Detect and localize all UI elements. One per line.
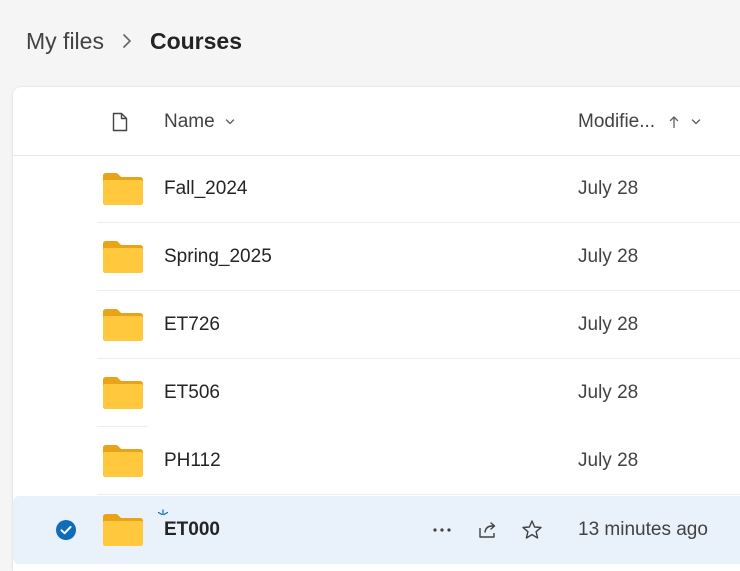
file-name[interactable]: ET000: [164, 517, 220, 543]
checkmark-circle-icon[interactable]: [55, 519, 77, 541]
row-divider: [97, 494, 740, 495]
share-icon[interactable]: [473, 516, 501, 544]
folder-icon: [102, 444, 144, 478]
breadcrumb-my-files[interactable]: My files: [26, 24, 104, 58]
column-header-row: Name Modifie...: [13, 87, 740, 156]
folder-icon: [102, 513, 144, 547]
file-name[interactable]: PH112: [164, 448, 221, 474]
file-row-ph112[interactable]: PH112 July 28: [13, 427, 740, 495]
file-row-et506[interactable]: ET506 July 28: [13, 359, 740, 427]
file-row-et000[interactable]: ET000 13 minutes ago: [13, 496, 740, 564]
file-row-spring-2025[interactable]: Spring_2025 July 28: [13, 223, 740, 291]
column-header-name-label: Name: [164, 111, 215, 132]
folder-icon: [102, 308, 144, 342]
modified-date: July 28: [578, 450, 639, 471]
file-row-et726[interactable]: ET726 July 28: [13, 291, 740, 359]
column-header-modified-label: Modifie...: [578, 111, 656, 132]
file-list-panel: Name Modifie... Fall_2024 July 28 Spring…: [13, 87, 740, 571]
folder-icon: [102, 240, 144, 274]
file-type-icon[interactable]: [111, 112, 129, 132]
file-name[interactable]: Spring_2025: [164, 244, 272, 270]
column-header-modified[interactable]: Modifie...: [578, 109, 701, 135]
arrow-up-icon: [669, 115, 679, 129]
star-icon[interactable]: [518, 516, 546, 544]
modified-date: July 28: [578, 314, 639, 335]
file-name[interactable]: Fall_2024: [164, 176, 247, 202]
modified-date: 13 minutes ago: [578, 519, 708, 540]
modified-date: July 28: [578, 178, 639, 199]
breadcrumb-courses: Courses: [149, 28, 242, 54]
folder-icon: [102, 172, 144, 206]
modified-date: July 28: [578, 382, 639, 403]
file-name[interactable]: ET726: [164, 312, 220, 338]
more-icon[interactable]: [428, 516, 456, 544]
chevron-down-icon: [691, 118, 701, 126]
chevron-down-icon: [225, 118, 235, 126]
folder-icon: [102, 376, 144, 410]
modified-date: July 28: [578, 246, 639, 267]
column-header-name[interactable]: Name: [164, 109, 235, 135]
file-name[interactable]: ET506: [164, 380, 220, 406]
file-row-fall-2024[interactable]: Fall_2024 July 28: [13, 155, 740, 223]
breadcrumb: My files Courses: [26, 24, 242, 58]
chevron-right-icon: [104, 33, 150, 49]
